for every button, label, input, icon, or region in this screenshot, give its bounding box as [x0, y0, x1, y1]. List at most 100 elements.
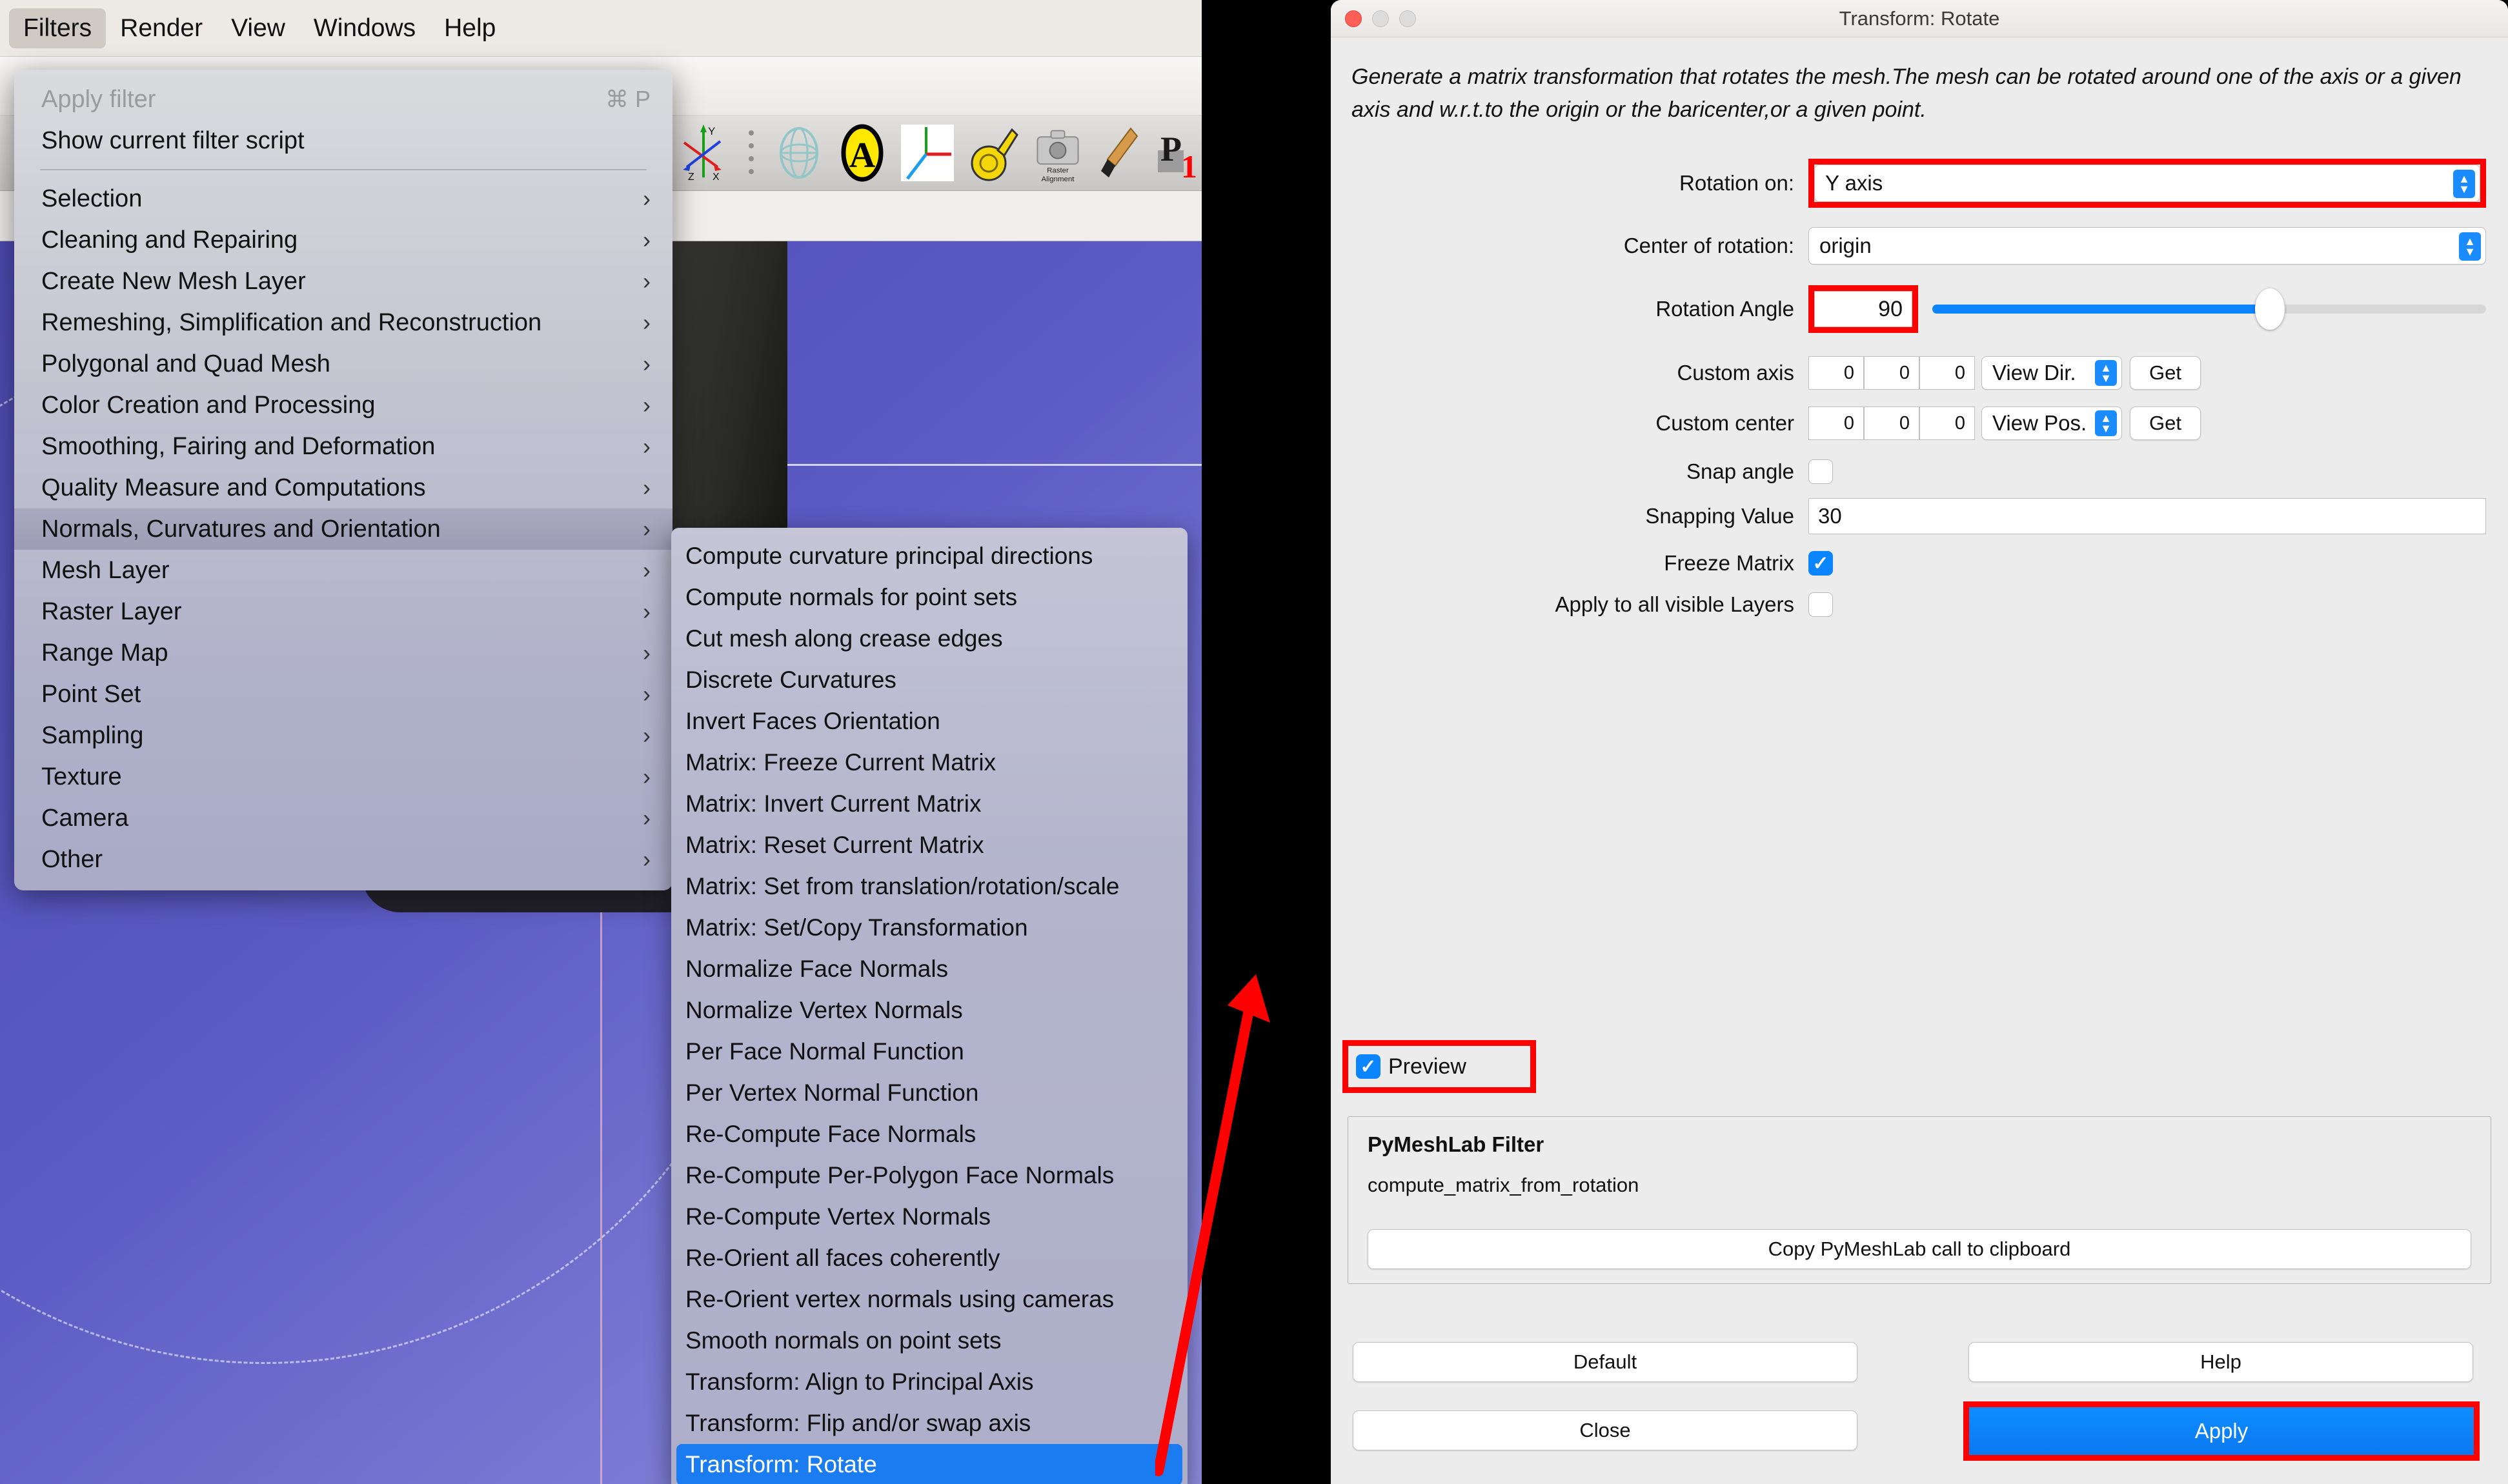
menu-item-label: Smoothing, Fairing and Deformation: [41, 432, 436, 460]
help-button[interactable]: Help: [1968, 1342, 2473, 1382]
submenu-item-re-orient-all-faces-coherently[interactable]: Re-Orient all faces coherently: [671, 1238, 1188, 1279]
apply-all-layers-label: Apply to all visible Layers: [1555, 592, 1794, 616]
menu-item-selection[interactable]: Selection ›: [14, 178, 673, 219]
submenu-item-matrix-set-copy-transformation[interactable]: Matrix: Set/Copy Transformation: [671, 907, 1188, 948]
menubar[interactable]: Filters Render View Windows Help: [0, 0, 1202, 57]
rotation-on-select[interactable]: Y axis ▲ ▼: [1814, 165, 2480, 202]
submenu-item-normalize-vertex-normals[interactable]: Normalize Vertex Normals: [671, 990, 1188, 1031]
axis-cross-icon[interactable]: [900, 121, 955, 185]
menu-item-color-creation-and-processing[interactable]: Color Creation and Processing ›: [14, 385, 673, 426]
menu-item-texture[interactable]: Texture ›: [14, 756, 673, 797]
field-row-custom-center: Custom center 0 0 0 View Pos. ▲ ▼ Get: [1331, 406, 2508, 440]
raster-alignment-icon[interactable]: Raster Alignment: [1030, 121, 1086, 185]
slider-knob[interactable]: [2255, 288, 2285, 330]
menubar-item-view[interactable]: View: [217, 8, 299, 48]
submenu-item-per-face-normal-function[interactable]: Per Face Normal Function: [671, 1031, 1188, 1072]
custom-center-x-input[interactable]: 0: [1808, 406, 1864, 440]
paintbrush-icon[interactable]: [1097, 121, 1142, 185]
rotation-angle-highlight: 90: [1808, 285, 1918, 333]
submenu-item-matrix-invert-current-matrix[interactable]: Matrix: Invert Current Matrix: [671, 783, 1188, 825]
submenu-item-normalize-face-normals[interactable]: Normalize Face Normals: [671, 948, 1188, 990]
preview-checkbox[interactable]: ✓: [1356, 1054, 1380, 1079]
menu-item-create-new-mesh-layer[interactable]: Create New Mesh Layer ›: [14, 261, 673, 302]
close-button[interactable]: Close: [1353, 1410, 1857, 1450]
submenu-item-matrix-reset-current-matrix[interactable]: Matrix: Reset Current Matrix: [671, 825, 1188, 866]
menu-item-range-map[interactable]: Range Map ›: [14, 632, 673, 674]
normals-curvatures-submenu[interactable]: Compute curvature principal directions C…: [671, 528, 1188, 1484]
chevron-right-icon: ›: [643, 516, 651, 542]
submenu-item-matrix-set-from-translation-rotation-scale[interactable]: Matrix: Set from translation/rotation/sc…: [671, 866, 1188, 907]
menu-item-label: Color Creation and Processing: [41, 391, 376, 419]
custom-axis-y-input[interactable]: 0: [1864, 356, 1919, 390]
copy-pymeshlab-call-button[interactable]: Copy PyMeshLab call to clipboard: [1368, 1229, 2471, 1269]
submenu-item-cut-mesh-along-crease-edges[interactable]: Cut mesh along crease edges: [671, 618, 1188, 659]
menu-item-label: Sampling: [41, 721, 144, 749]
submenu-item-discrete-curvatures[interactable]: Discrete Curvatures: [671, 659, 1188, 701]
slider-fill: [1932, 305, 2270, 314]
submenu-item-matrix-freeze-current-matrix[interactable]: Matrix: Freeze Current Matrix: [671, 742, 1188, 783]
custom-axis-mode-select[interactable]: View Dir. ▲ ▼: [1981, 356, 2122, 390]
custom-center-get-button[interactable]: Get: [2130, 406, 2201, 440]
chevron-up-down-icon[interactable]: ▲ ▼: [2453, 170, 2475, 198]
menu-item-cleaning-and-repairing[interactable]: Cleaning and Repairing ›: [14, 219, 673, 261]
menubar-item-help[interactable]: Help: [430, 8, 510, 48]
snap-angle-checkbox[interactable]: [1808, 459, 1833, 484]
custom-axis-x-input[interactable]: 0: [1808, 356, 1864, 390]
submenu-item-re-orient-vertex-normals-using-cameras[interactable]: Re-Orient vertex normals using cameras: [671, 1279, 1188, 1320]
chevron-up-down-icon[interactable]: ▲ ▼: [2095, 410, 2117, 436]
menu-item-quality-measure-and-computations[interactable]: Quality Measure and Computations ›: [14, 467, 673, 508]
axis-gizmo-icon[interactable]: Y X Z: [678, 121, 729, 185]
submenu-item-smooth-normals-on-point-sets[interactable]: Smooth normals on point sets: [671, 1320, 1188, 1361]
menu-item-camera[interactable]: Camera ›: [14, 797, 673, 839]
menu-item-sampling[interactable]: Sampling ›: [14, 715, 673, 756]
chevron-up-down-icon[interactable]: ▲ ▼: [2459, 232, 2481, 261]
globe-wireframe-icon[interactable]: [773, 121, 825, 185]
custom-center-z-input[interactable]: 0: [1919, 406, 1975, 440]
menu-item-remeshing-simplification-reconstruction[interactable]: Remeshing, Simplification and Reconstruc…: [14, 302, 673, 343]
menu-item-point-set[interactable]: Point Set ›: [14, 674, 673, 715]
decorate-text-icon[interactable]: P 1: [1154, 121, 1202, 185]
custom-axis-get-button[interactable]: Get: [2130, 356, 2201, 390]
preview-label: Preview: [1388, 1054, 1466, 1079]
submenu-item-per-vertex-normal-function[interactable]: Per Vertex Normal Function: [671, 1072, 1188, 1114]
submenu-item-invert-faces-orientation[interactable]: Invert Faces Orientation: [671, 701, 1188, 742]
measure-tape-icon[interactable]: [967, 121, 1018, 185]
rotation-angle-slider[interactable]: [1932, 288, 2486, 330]
center-of-rotation-select[interactable]: origin ▲ ▼: [1808, 227, 2486, 265]
menu-item-show-current-filter-script[interactable]: Show current filter script: [14, 120, 673, 161]
custom-axis-z-input[interactable]: 0: [1919, 356, 1975, 390]
menu-item-apply-filter: Apply filter ⌘ P: [14, 79, 673, 120]
freeze-matrix-checkbox[interactable]: ✓: [1808, 551, 1833, 576]
custom-center-y-input[interactable]: 0: [1864, 406, 1919, 440]
text-A-icon[interactable]: A: [836, 121, 888, 185]
center-of-rotation-value: origin: [1819, 234, 1872, 257]
menu-item-raster-layer[interactable]: Raster Layer ›: [14, 591, 673, 632]
filters-dropdown-menu[interactable]: Apply filter ⌘ P Show current filter scr…: [14, 70, 673, 890]
submenu-item-compute-curvature-principal-directions[interactable]: Compute curvature principal directions: [671, 536, 1188, 577]
submenu-item-transform-align-to-principal-axis[interactable]: Transform: Align to Principal Axis: [671, 1361, 1188, 1403]
rotation-angle-input[interactable]: 90: [1814, 291, 1912, 327]
menubar-item-render[interactable]: Render: [106, 8, 217, 48]
submenu-item-transform-rotate[interactable]: Transform: Rotate: [676, 1444, 1182, 1484]
snapping-value-input[interactable]: 30: [1808, 498, 2486, 534]
chevron-right-icon: ›: [643, 639, 651, 666]
submenu-item-compute-normals-for-point-sets[interactable]: Compute normals for point sets: [671, 577, 1188, 618]
svg-text:Y: Y: [708, 125, 715, 137]
chevron-up-down-icon[interactable]: ▲ ▼: [2095, 360, 2117, 386]
apply-all-layers-checkbox[interactable]: [1808, 592, 1833, 617]
menubar-item-windows[interactable]: Windows: [299, 8, 430, 48]
default-button[interactable]: Default: [1353, 1342, 1857, 1382]
submenu-item-re-compute-per-polygon-face-normals[interactable]: Re-Compute Per-Polygon Face Normals: [671, 1155, 1188, 1196]
menu-item-polygonal-and-quad-mesh[interactable]: Polygonal and Quad Mesh ›: [14, 343, 673, 385]
separator-dots-icon: [741, 121, 762, 185]
submenu-item-re-compute-face-normals[interactable]: Re-Compute Face Normals: [671, 1114, 1188, 1155]
menu-item-smoothing-fairing-deformation[interactable]: Smoothing, Fairing and Deformation ›: [14, 426, 673, 467]
menu-item-normals-curvatures-orientation[interactable]: Normals, Curvatures and Orientation ›: [14, 508, 673, 550]
submenu-item-re-compute-vertex-normals[interactable]: Re-Compute Vertex Normals: [671, 1196, 1188, 1238]
apply-button[interactable]: Apply: [1969, 1407, 2474, 1455]
menu-item-other[interactable]: Other ›: [14, 839, 673, 880]
submenu-item-transform-flip-and-or-swap-axis[interactable]: Transform: Flip and/or swap axis: [671, 1403, 1188, 1444]
custom-center-mode-select[interactable]: View Pos. ▲ ▼: [1981, 406, 2122, 440]
menubar-item-filters[interactable]: Filters: [9, 8, 106, 48]
menu-item-mesh-layer[interactable]: Mesh Layer ›: [14, 550, 673, 591]
